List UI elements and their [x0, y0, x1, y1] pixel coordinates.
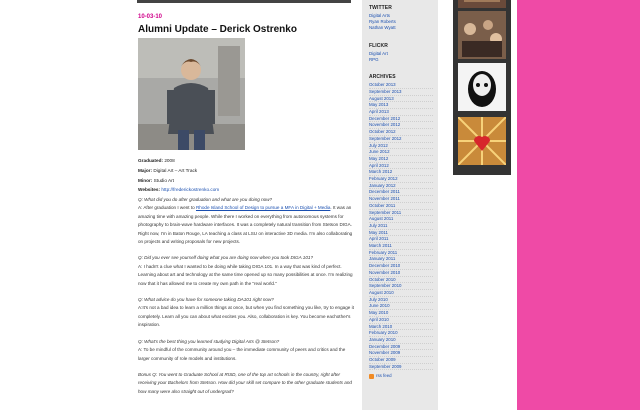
archive-link[interactable]: January 2010: [369, 337, 433, 344]
flickr-thumbnail[interactable]: [458, 117, 506, 165]
answer-3: A:It's not a bad idea to learn a million…: [138, 305, 354, 328]
graduated-value: 2008: [164, 158, 175, 163]
minor-label: Minor:: [138, 177, 153, 183]
archive-link[interactable]: August 2013: [369, 96, 433, 103]
rss-feed[interactable]: rss feed: [369, 373, 433, 380]
graduated-label: Graduated:: [138, 158, 164, 163]
flickr-thumbnails: [453, 0, 511, 175]
archive-link[interactable]: September 2009: [369, 364, 433, 371]
websites-label: Websites:: [138, 187, 161, 193]
risd-link[interactable]: Rhode Island School of Design to pursue …: [196, 205, 330, 210]
rss-icon: [369, 374, 374, 380]
archive-link[interactable]: October 2012: [369, 129, 433, 136]
archive-link[interactable]: September 2010: [369, 283, 433, 290]
minor-row: Minor: Studio Art: [138, 176, 219, 186]
answer-1-post: . It was an amazing time with amazing pe…: [138, 205, 353, 245]
archive-link[interactable]: August 2011: [369, 216, 433, 223]
major-label: Major:: [138, 167, 153, 173]
archive-link[interactable]: November 2011: [369, 196, 433, 203]
twitter-section: TWITTER Digital Arts Ryan Roberts Nathan…: [369, 5, 396, 30]
archive-link[interactable]: October 2009: [369, 357, 433, 364]
answer-2: A: I hadn't a clue what I wanted to be d…: [138, 263, 353, 286]
archive-link[interactable]: November 2012: [369, 122, 433, 130]
question-1: Q: What did you do after graduation and …: [138, 197, 273, 202]
archive-link[interactable]: May 2010: [369, 310, 433, 317]
graduated-row: Graduated: 2008: [138, 156, 219, 166]
archive-link[interactable]: April 2012: [369, 163, 433, 170]
question-3: Q: What advice do you have for someone t…: [138, 297, 274, 303]
post-body: Q: What did you do after graduation and …: [138, 196, 354, 404]
twitter-heading: TWITTER: [369, 5, 392, 11]
flickr-thumbnail[interactable]: [458, 11, 506, 59]
archive-link[interactable]: September 2013: [369, 89, 433, 96]
archive-list: October 2013 September 2013 August 2013 May…: [369, 82, 433, 371]
flickr-heading: FLICKR: [369, 43, 388, 49]
question-2: Q: Did you ever see yourself doing what …: [138, 255, 314, 261]
archive-link[interactable]: February 2010: [369, 330, 433, 337]
post-meta: Graduated: 2008 Major: Digital Art – Art…: [138, 156, 219, 195]
profile-photo: [138, 38, 245, 150]
archive-link[interactable]: November 2010: [369, 270, 433, 277]
websites-row: Websites: http://frederickostrenko.com: [138, 185, 219, 195]
archive-link[interactable]: February 2011: [369, 250, 433, 257]
bonus-question: Bonus Q: You went to Graduate School at …: [138, 371, 352, 394]
archive-link[interactable]: May 2011: [369, 230, 433, 237]
archives-section: ARCHIVES October 2013 September 2013 Augus…: [369, 74, 433, 380]
flickr-thumbnail[interactable]: [458, 63, 506, 111]
minor-value: Studio Art: [153, 177, 174, 183]
archive-link[interactable]: March 2010: [369, 324, 433, 331]
archive-link[interactable]: December 2009: [369, 344, 433, 351]
archive-link[interactable]: October 2010: [369, 277, 433, 284]
archive-link[interactable]: July 2012: [369, 143, 433, 150]
archive-link[interactable]: July 2011: [369, 223, 433, 230]
rss-label: rss feed: [376, 373, 392, 379]
post-date: 10-03-10: [138, 14, 163, 20]
major-value: Digital Art – Art Track: [153, 167, 198, 173]
archive-link[interactable]: June 2012: [369, 149, 433, 156]
archive-link[interactable]: April 2013: [369, 109, 433, 116]
archive-link[interactable]: December 2010: [369, 263, 433, 270]
flickr-link[interactable]: RPG: [369, 57, 388, 63]
archive-link[interactable]: November 2009: [369, 350, 433, 358]
archive-link[interactable]: October 2011: [369, 203, 433, 210]
archive-link[interactable]: August 2010: [369, 290, 433, 297]
archive-link[interactable]: February 2012: [369, 176, 433, 183]
post-title[interactable]: Alumni Update – Derick Ostrenko: [138, 24, 297, 35]
archive-link[interactable]: May 2013: [369, 102, 433, 110]
website-link[interactable]: http://frederickostrenko.com: [161, 187, 219, 192]
archive-link[interactable]: March 2012: [369, 169, 433, 177]
archive-link[interactable]: September 2012: [369, 136, 433, 143]
archive-link[interactable]: March 2011: [369, 243, 433, 250]
archive-link[interactable]: July 2010: [369, 297, 433, 304]
answer-1-pre: A: After graduation I went to: [138, 205, 196, 211]
archive-link[interactable]: December 2012: [369, 116, 433, 123]
twitter-link[interactable]: Nathan Wyatt: [369, 25, 396, 31]
pink-background: [517, 0, 640, 410]
archive-link[interactable]: April 2011: [369, 236, 433, 244]
twitter-link[interactable]: Ryan Roberts: [369, 19, 396, 25]
archive-link[interactable]: December 2011: [369, 189, 433, 197]
archive-link[interactable]: May 2012: [369, 156, 433, 163]
archive-link[interactable]: April 2010: [369, 317, 433, 324]
answer-4: A: To be mindful of the community around…: [138, 347, 346, 361]
archive-link[interactable]: October 2013: [369, 82, 433, 89]
archive-link[interactable]: September 2011: [369, 210, 433, 217]
header-bar: [137, 0, 351, 3]
major-row: Major: Digital Art – Art Track: [138, 166, 219, 176]
flickr-section: FLICKR Digital Art RPG: [369, 43, 388, 63]
flickr-thumbnail[interactable]: [458, 0, 506, 8]
archive-link[interactable]: January 2012: [369, 183, 433, 190]
question-4: Q: What's the best thing you learned stu…: [138, 338, 280, 344]
archive-link[interactable]: June 2010: [369, 303, 433, 311]
archives-heading: ARCHIVES: [369, 74, 396, 80]
archive-link[interactable]: January 2011: [369, 256, 433, 264]
